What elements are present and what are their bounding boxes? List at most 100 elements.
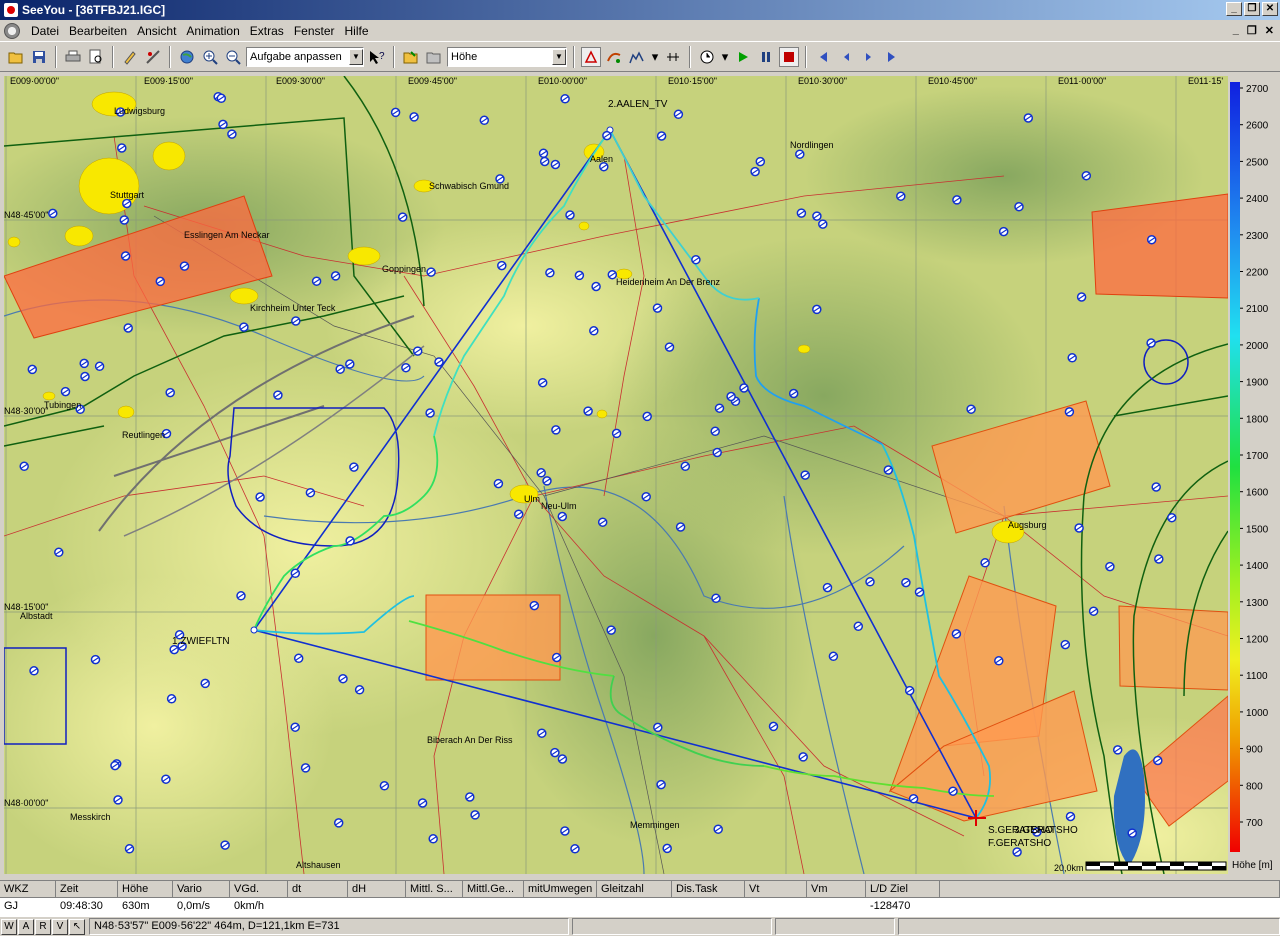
column-header[interactable]: Gleitzahl xyxy=(597,881,672,897)
altitude-legend: 2700 2600 2500 2400 2300 2200 2100 2000 1900 1800… xyxy=(1230,78,1280,872)
step-back-icon[interactable] xyxy=(836,47,856,67)
altitude-tick-label: 1200 xyxy=(1246,635,1269,646)
barogram-icon[interactable] xyxy=(627,47,647,67)
turnpoint-label: 1.ZWIEFLTN xyxy=(172,636,230,647)
column-header[interactable]: Vt xyxy=(745,881,807,897)
column-header[interactable]: Vario xyxy=(173,881,230,897)
close-button[interactable]: ✕ xyxy=(1262,2,1278,16)
clock-icon[interactable] xyxy=(697,47,717,67)
mode-w-button[interactable]: W xyxy=(1,918,17,935)
airspace-east xyxy=(1091,193,1228,299)
scale-segment xyxy=(1156,866,1170,870)
mdi-close-icon[interactable]: ✕ xyxy=(1265,24,1274,37)
turnpoint-marker[interactable] xyxy=(250,626,258,634)
column-header[interactable]: Zeit xyxy=(56,881,118,897)
mdi-minimize-icon[interactable]: _ xyxy=(1233,24,1239,37)
menu-datei[interactable]: Datei xyxy=(26,24,64,38)
stop-icon[interactable] xyxy=(779,46,799,67)
scale-segment xyxy=(1170,862,1184,866)
cell-zeit: 09:48:30 xyxy=(60,900,103,912)
menu-hilfe[interactable]: Hilfe xyxy=(340,24,374,38)
zoom-in-icon[interactable] xyxy=(200,47,220,67)
altitude-tick-label: 2400 xyxy=(1246,194,1269,205)
map-canvas[interactable]: Ludwigsburg Stuttgart Esslingen Am Necka… xyxy=(4,76,1228,874)
print-preview-icon[interactable] xyxy=(86,47,106,67)
town-label: Neu-Ulm xyxy=(541,501,577,511)
print-icon[interactable] xyxy=(63,47,83,67)
menu-extras[interactable]: Extras xyxy=(245,24,289,38)
town-area xyxy=(596,409,608,419)
mode-r-button[interactable]: R xyxy=(35,918,51,935)
altitude-tick-label: 1500 xyxy=(1246,524,1269,535)
scale-segment xyxy=(1086,862,1100,866)
chevron-down-icon[interactable]: ▼ xyxy=(349,48,363,65)
pencil-icon[interactable] xyxy=(120,47,140,67)
mode-v-button[interactable]: V xyxy=(52,918,68,935)
status-bar: W A R V ↖ N48·53'57" E009·56'22" 464m, D… xyxy=(0,916,1280,936)
column-header[interactable]: VGd. xyxy=(230,881,288,897)
scale-segment xyxy=(1114,862,1128,866)
task-edit-icon[interactable] xyxy=(143,47,163,67)
column-header[interactable]: WKZ xyxy=(0,881,56,897)
column-header[interactable]: L/D Ziel xyxy=(866,881,940,897)
save-icon[interactable] xyxy=(29,47,49,67)
chevron-down-icon[interactable]: ▾ xyxy=(650,47,660,67)
help-cursor-icon[interactable]: ? xyxy=(367,47,387,67)
layer-select[interactable]: Höhe ▼ xyxy=(447,46,567,67)
import-icon[interactable] xyxy=(401,47,421,67)
zoom-select-value: Aufgabe anpassen xyxy=(250,50,342,63)
town-label: Messkirch xyxy=(70,812,111,822)
cell-wkz: GJ xyxy=(4,900,19,912)
zoom-select[interactable]: Aufgabe anpassen ▼ xyxy=(246,46,364,67)
zoom-out-icon[interactable] xyxy=(223,47,243,67)
globe-icon[interactable] xyxy=(177,47,197,67)
chevron-down-icon[interactable]: ▾ xyxy=(720,47,730,67)
forward-end-icon[interactable] xyxy=(882,47,902,67)
altitude-tick-label: 2500 xyxy=(1246,157,1269,168)
column-header[interactable]: Mittl. S... xyxy=(406,881,463,897)
lon-label: E010·00'00" xyxy=(538,76,587,86)
cell-dh xyxy=(348,898,406,916)
lat-label: N48·15'00" xyxy=(4,602,48,612)
open-folder-icon[interactable] xyxy=(6,47,26,67)
altitude-tick-label: 1400 xyxy=(1246,561,1269,572)
play-icon[interactable] xyxy=(733,47,753,67)
cell-dis-task xyxy=(672,898,745,916)
column-header[interactable]: Mittl.Ge... xyxy=(463,881,524,897)
map-view[interactable]: Ludwigsburg Stuttgart Esslingen Am Necka… xyxy=(4,76,1228,874)
town-label: Schwabisch Gmund xyxy=(429,181,509,191)
document-icon[interactable] xyxy=(4,22,20,39)
grid-header: WKZ Zeit Höhe Vario VGd. dt dH Mittl. S.… xyxy=(0,881,1280,898)
menu-animation[interactable]: Animation xyxy=(181,24,244,38)
mode-a-button[interactable]: A xyxy=(18,918,34,935)
column-header[interactable]: dH xyxy=(348,881,406,897)
menu-ansicht[interactable]: Ansicht xyxy=(132,24,181,38)
column-header[interactable]: Höhe xyxy=(118,881,173,897)
grid-row[interactable]: GJ 09:48:30 630m 0,0m/s 0km/h -128470 xyxy=(0,898,1280,916)
altitude-tick-label: 2000 xyxy=(1246,341,1269,352)
column-header[interactable]: Dis.Task xyxy=(672,881,745,897)
task-triangle-icon[interactable] xyxy=(581,46,601,67)
cursor-mode-icon[interactable]: ↖ xyxy=(69,918,85,935)
step-forward-icon[interactable] xyxy=(859,47,879,67)
altitude-tick-label: 2700 xyxy=(1246,84,1269,95)
chevron-down-icon[interactable]: ▼ xyxy=(552,48,566,65)
export-icon[interactable] xyxy=(424,47,444,67)
pause-icon[interactable] xyxy=(756,47,776,67)
menu-fenster[interactable]: Fenster xyxy=(289,24,340,38)
column-header[interactable]: dt xyxy=(288,881,348,897)
column-header[interactable]: Vm xyxy=(807,881,866,897)
cell-dt xyxy=(288,898,348,916)
flight-path-icon[interactable] xyxy=(604,47,624,67)
menu-bearbeiten[interactable]: Bearbeiten xyxy=(64,24,132,38)
mdi-restore-icon[interactable]: ❐ xyxy=(1247,24,1257,37)
rewind-start-icon[interactable] xyxy=(813,47,833,67)
column-header[interactable]: mitUmwegen xyxy=(524,881,597,897)
altitude-gradient xyxy=(1230,82,1240,852)
statistics-icon[interactable] xyxy=(663,47,683,67)
scale-segment xyxy=(1128,866,1142,870)
minimize-button[interactable]: _ xyxy=(1226,2,1242,16)
cell-hoehe: 630m xyxy=(122,900,150,912)
maximize-button[interactable]: ❐ xyxy=(1244,2,1260,16)
altitude-tick-label: 2200 xyxy=(1246,268,1269,279)
